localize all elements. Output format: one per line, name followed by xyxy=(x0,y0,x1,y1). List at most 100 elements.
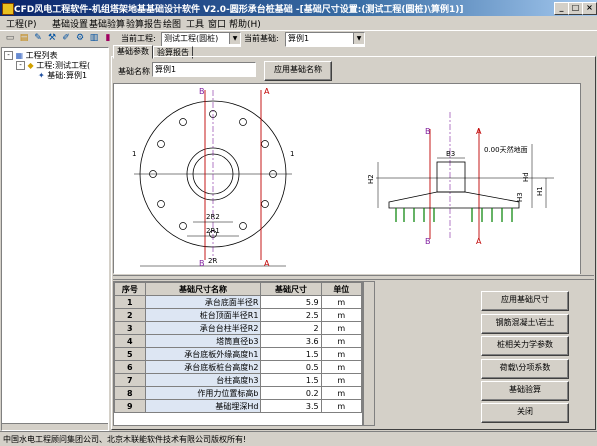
row-index: 7 xyxy=(114,373,146,387)
row-name: 台柱高度h3 xyxy=(144,373,262,387)
row-index: 5 xyxy=(114,347,146,361)
foundation-name-input[interactable] xyxy=(152,62,256,77)
pile-mechanics-button[interactable]: 桩相关力学参数 xyxy=(481,336,569,356)
row-unit: m xyxy=(320,373,362,387)
window-title: CFD风电工程软件-机组塔架地基基础设计软件 V2.0-圆形承台桩基础 -[基础… xyxy=(14,5,464,15)
maximize-button[interactable]: □ xyxy=(568,2,583,15)
pedestal-section xyxy=(436,161,466,193)
check-icon[interactable]: ⚒ xyxy=(46,32,58,44)
row-value[interactable]: 2.5 xyxy=(260,308,322,322)
row-index: 6 xyxy=(114,360,146,374)
collapse-icon[interactable]: - xyxy=(16,61,25,70)
dimension-grid: 序号 基础尺寸名称 基础尺寸 单位 1 承台底面半径R 5.9 m 2 桩台顶面半径R1 2… xyxy=(114,282,362,413)
table-row[interactable]: 8 作用力位置标高b 0.2 m xyxy=(114,386,362,400)
plan-view: B A 1 1 2R2 2R1 2R B A xyxy=(132,87,294,268)
row-name: 塔筒直径b3 xyxy=(144,334,262,348)
status-bar: 中国水电工程顾问集团公司、北京木联能软件技术有限公司版权所有! xyxy=(0,431,597,446)
table-row[interactable]: 6 承台底板桩台高度h2 0.5 m xyxy=(114,360,362,374)
row-unit: m xyxy=(320,347,362,361)
row-index: 2 xyxy=(114,308,146,322)
open-icon[interactable]: ▤ xyxy=(18,32,30,44)
row-name: 承台底板桩台高度h2 xyxy=(144,360,262,374)
section-dim-h1: H1 xyxy=(536,186,544,196)
draw-icon[interactable]: ✐ xyxy=(60,32,72,44)
current-project-label: 当前工程: xyxy=(121,34,156,43)
plan-dim-2r: 2R xyxy=(208,257,217,265)
menu-draw[interactable]: 绘图 xyxy=(163,17,181,30)
row-value[interactable]: 2 xyxy=(260,321,322,335)
row-value[interactable]: 1.5 xyxy=(260,347,322,361)
section-mark-b-bottom: B xyxy=(425,237,431,246)
current-foundation-label: 当前基础: xyxy=(244,34,279,43)
row-value[interactable]: 3.5 xyxy=(260,399,322,413)
row-unit: m xyxy=(320,295,362,309)
row-value[interactable]: 3.6 xyxy=(260,334,322,348)
foundation-check-button[interactable]: 基础验算 xyxy=(481,381,569,401)
table-row[interactable]: 2 桩台顶面半径R1 2.5 m xyxy=(114,308,362,322)
table-scrollbar[interactable] xyxy=(363,281,375,426)
menu-help[interactable]: 帮助(H) xyxy=(229,17,261,30)
apply-name-button[interactable]: 应用基础名称 xyxy=(264,61,332,81)
menu-check-report[interactable]: 验算报告 xyxy=(126,17,162,30)
row-name: 基础埋深Hd xyxy=(144,399,262,413)
chevron-down-icon: ▼ xyxy=(353,33,364,44)
splitter[interactable] xyxy=(113,275,594,280)
menu-tools[interactable]: 工具 xyxy=(186,17,204,30)
close-panel-button[interactable]: 关闭 xyxy=(481,403,569,423)
foundation-icon: ✦ xyxy=(38,71,45,80)
row-value[interactable]: 0.5 xyxy=(260,360,322,374)
menu-project[interactable]: 工程(P) xyxy=(6,17,36,30)
drawing-scrollbar[interactable] xyxy=(580,83,594,274)
collapse-icon[interactable]: - xyxy=(4,51,13,60)
report-icon[interactable]: ▥ xyxy=(88,32,100,44)
grid-body: 1 承台底面半径R 5.9 m 2 桩台顶面半径R1 2.5 m 3 承台台柱半径R2 2 m 4 塔筒直… xyxy=(114,295,362,413)
current-foundation-select[interactable]: 算例1 ▼ xyxy=(285,32,365,47)
book-icon[interactable]: ▮ xyxy=(102,32,114,44)
current-project-select[interactable]: 测试工程(圆桩) ▼ xyxy=(161,32,241,47)
section-mark-a-bottom: A xyxy=(476,237,482,246)
plan-section-b: B xyxy=(199,87,205,96)
status-text: 中国水电工程顾问集团公司、北京木联能软件技术有限公司版权所有! xyxy=(3,435,247,444)
base-section xyxy=(388,191,520,209)
table-row[interactable]: 4 塔筒直径b3 3.6 m xyxy=(114,334,362,348)
table-row[interactable]: 1 承台底面半径R 5.9 m xyxy=(114,295,362,309)
load-factors-button[interactable]: 荷载\分项系数 xyxy=(481,359,569,379)
table-row[interactable]: 7 台柱高度h3 1.5 m xyxy=(114,373,362,387)
close-button[interactable]: × xyxy=(582,2,597,15)
concrete-soil-button[interactable]: 钢筋混凝土\岩土 xyxy=(481,314,569,334)
row-index: 8 xyxy=(114,386,146,400)
tool-icon[interactable]: ⚙ xyxy=(74,32,86,44)
settings-icon[interactable]: ✎ xyxy=(32,32,44,44)
current-project-value: 测试工程(圆桩) xyxy=(164,34,219,43)
table-row[interactable]: 5 承台底板外缘高度h1 1.5 m xyxy=(114,347,362,361)
row-index: 4 xyxy=(114,334,146,348)
row-name: 承台底板外缘高度h1 xyxy=(144,347,262,361)
menu-foundation-check[interactable]: 基础验算 xyxy=(89,17,125,30)
table-row[interactable]: 9 基础埋深Hd 3.5 m xyxy=(114,399,362,413)
row-index: 9 xyxy=(114,399,146,413)
row-value[interactable]: 0.2 xyxy=(260,386,322,400)
dimension-table: 序号 基础尺寸名称 基础尺寸 单位 1 承台底面半径R 5.9 m 2 桩台顶面半径R1 2… xyxy=(113,281,363,426)
row-value[interactable]: 1.5 xyxy=(260,373,322,387)
section-ground-label: 0.00天然地面 xyxy=(484,145,528,154)
new-icon[interactable]: ▭ xyxy=(4,32,16,44)
tab-foundation-params[interactable]: 基础参数 xyxy=(113,45,153,59)
chevron-down-icon: ▼ xyxy=(229,33,240,44)
folder-icon: ▦ xyxy=(15,51,24,60)
plan-section-a: A xyxy=(264,87,270,96)
menu-window[interactable]: 窗口 xyxy=(208,17,226,30)
row-value[interactable]: 5.9 xyxy=(260,295,322,309)
tree-foundation[interactable]: ✦ 基础:算例1 xyxy=(38,70,87,81)
menu-foundation-settings[interactable]: 基础设置 xyxy=(52,17,88,30)
row-unit: m xyxy=(320,386,362,400)
section-mark-b: B xyxy=(425,127,431,136)
minimize-button[interactable]: _ xyxy=(554,2,569,15)
apply-dimensions-button[interactable]: 应用基础尺寸 xyxy=(481,291,569,311)
row-unit: m xyxy=(320,360,362,374)
plan-dim-2r2: 2R2 xyxy=(206,213,220,221)
table-row[interactable]: 3 承台台柱半径R2 2 m xyxy=(114,321,362,335)
header-name: 基础尺寸名称 xyxy=(144,282,262,296)
tree-scrollbar[interactable] xyxy=(2,423,108,430)
tree-project-label: 工程:测试工程( xyxy=(36,61,91,70)
toolbar: ▭ ▤ ✎ ⚒ ✐ ⚙ ▥ ▮ 当前工程: 测试工程(圆桩) ▼ 当前基础: 算… xyxy=(0,30,597,47)
